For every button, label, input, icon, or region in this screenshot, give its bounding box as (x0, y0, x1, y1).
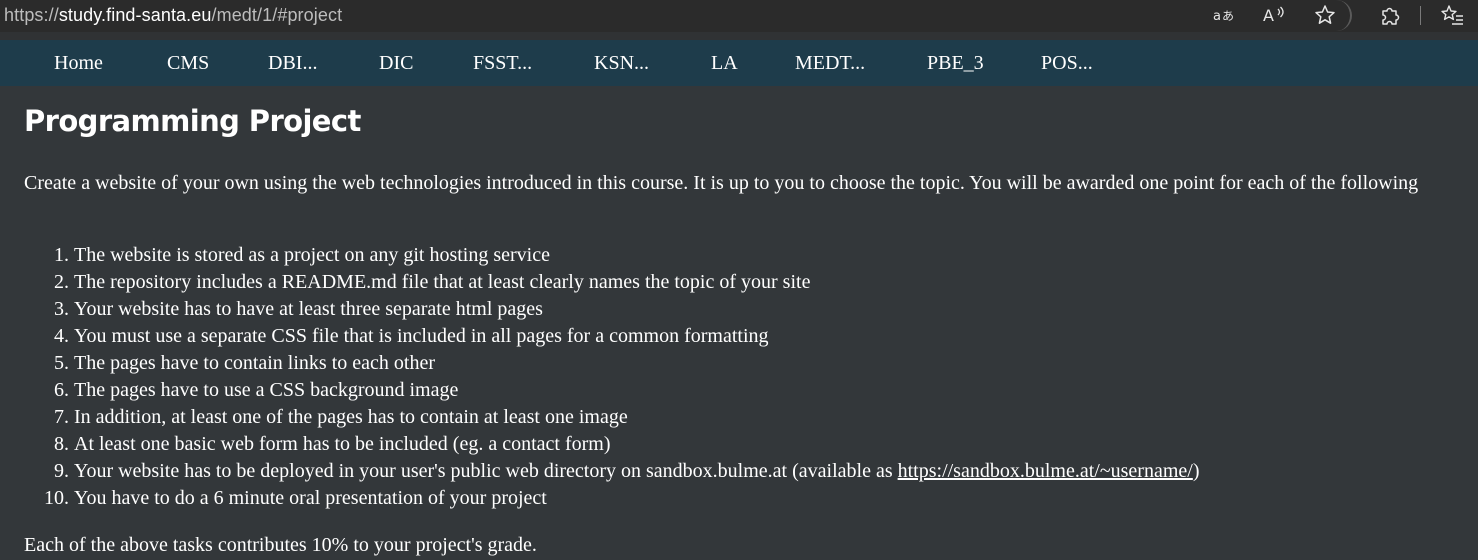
list-item: The pages have to use a CSS background i… (74, 377, 1200, 404)
url-scheme: https:// (4, 5, 59, 25)
nav-item-dic[interactable]: DIC (379, 52, 413, 75)
list-item: In addition, at least one of the pages h… (74, 404, 1200, 431)
nav-item-ksn[interactable]: KSN... (594, 52, 649, 75)
toolbar-divider (1420, 6, 1421, 25)
list-item: The repository includes a README.md file… (74, 269, 1200, 296)
requirements-list: The website is stored as a project on an… (24, 242, 1200, 512)
list-item: You must use a separate CSS file that is… (74, 323, 1200, 350)
list-item: Your website has to have at least three … (74, 296, 1200, 323)
intro-paragraph: Create a website of your own using the w… (24, 172, 1419, 194)
favorites-list-icon[interactable] (1439, 4, 1467, 26)
nav-item-home[interactable]: Home (54, 52, 103, 75)
nav-item-la[interactable]: LA (711, 52, 738, 75)
address-bar[interactable]: https://study.find-santa.eu/medt/1/#proj… (4, 5, 342, 26)
list-item: The website is stored as a project on an… (74, 242, 1200, 269)
nav-item-fsst[interactable]: FSST... (473, 52, 532, 75)
list-item: At least one basic web form has to be in… (74, 431, 1200, 458)
extensions-icon[interactable] (1376, 4, 1404, 26)
sandbox-link[interactable]: https://sandbox.bulme.at/~username/ (898, 460, 1193, 482)
list-item: The pages have to contain links to each … (74, 350, 1200, 377)
translate-icon[interactable]: a あ (1210, 4, 1238, 26)
list-item: You have to do a 6 minute oral presentat… (74, 485, 1200, 512)
nav-item-medt[interactable]: MEDT... (795, 52, 865, 75)
url-host: study.find-santa.eu (58, 5, 212, 25)
svg-text:A: A (1263, 6, 1274, 25)
url-path: /medt/1/#project (211, 5, 343, 25)
grading-note: Each of the above tasks contributes 10% … (24, 534, 537, 556)
svg-text:a: a (1213, 9, 1221, 24)
favorite-star-icon[interactable] (1311, 4, 1339, 26)
nav-item-pos[interactable]: POS... (1041, 52, 1093, 75)
read-aloud-icon[interactable]: A (1260, 4, 1288, 26)
page-title: Programming Project (24, 104, 361, 138)
browser-toolbar: https://study.find-santa.eu/medt/1/#proj… (0, 0, 1478, 32)
toolbar-gap (0, 32, 1478, 40)
nav-item-cms[interactable]: CMS (167, 52, 209, 75)
course-navigation: Home CMS DBI... DIC FSST... KSN... LA ME… (0, 40, 1478, 86)
nav-item-pbe3[interactable]: PBE_3 (927, 52, 984, 75)
nav-item-dbi[interactable]: DBI... (268, 52, 317, 75)
list-item: Your website has to be deployed in your … (74, 458, 1200, 485)
requirement-suffix: ) (1192, 460, 1200, 482)
requirement-text: Your website has to be deployed in your … (74, 460, 898, 482)
svg-text:あ: あ (1222, 9, 1234, 23)
